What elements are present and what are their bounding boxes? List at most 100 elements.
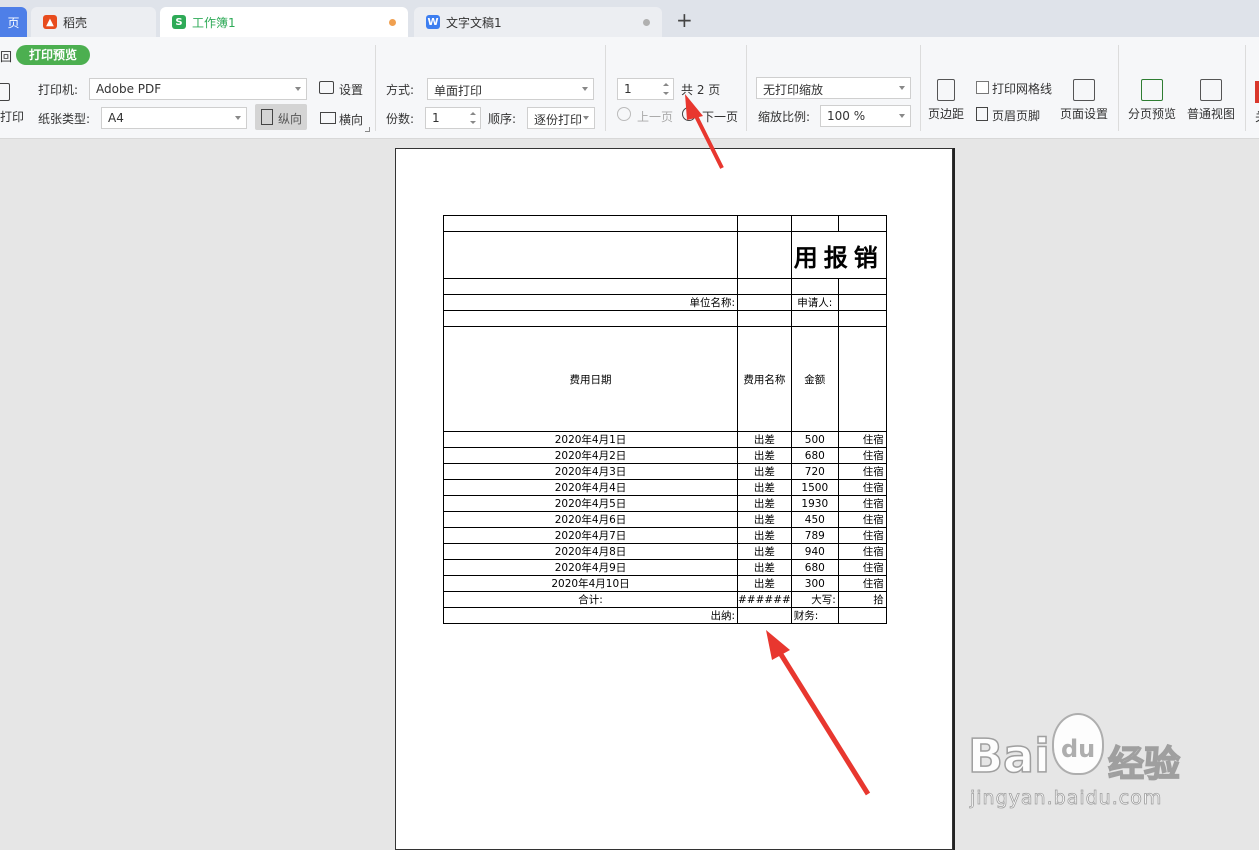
scale-mode-select[interactable]: 无打印缩放 — [756, 77, 911, 99]
copies-stepper[interactable]: 1 — [425, 107, 481, 129]
chevron-down-icon — [899, 114, 905, 118]
copies-label: 份数: — [386, 112, 415, 126]
back-button[interactable]: 回 — [0, 48, 12, 65]
new-tab-button[interactable]: + — [676, 8, 693, 32]
portrait-button[interactable]: 纵向 — [255, 104, 307, 130]
tab-docer[interactable]: ▲ 稻壳 — [31, 7, 156, 37]
divider — [746, 45, 747, 131]
tab-workbook[interactable]: S 工作簿1 — [160, 7, 408, 37]
copies-value: 1 — [432, 111, 440, 125]
tab-docer-label: 稻壳 — [63, 15, 88, 30]
row-date: 2020年4月7日 — [443, 527, 738, 544]
landscape-icon[interactable] — [320, 112, 336, 124]
stepper-down-icon[interactable] — [470, 121, 476, 124]
stepper-up-icon[interactable] — [470, 112, 476, 115]
row-amount: 1930 — [790, 495, 839, 512]
row-amount: 789 — [790, 527, 839, 544]
landscape-button[interactable]: 横向 — [339, 111, 363, 128]
row-extra: 住宿 — [837, 431, 887, 448]
chevron-down-icon — [899, 86, 905, 90]
page-number-value: 1 — [624, 82, 632, 96]
page-setup-button[interactable]: 页面设置 — [1058, 79, 1110, 122]
stepper-down-icon[interactable] — [663, 92, 669, 95]
header-name: 费用名称 — [737, 326, 792, 432]
row-amount: 500 — [790, 431, 839, 448]
row-extra: 住宿 — [837, 543, 887, 560]
corner-mark-icon — [365, 127, 370, 132]
prev-page-icon[interactable] — [617, 107, 631, 121]
printer-value: Adobe PDF — [96, 82, 162, 96]
baidu-watermark: Bai du 经验 jingyan.baidu.com — [967, 705, 1228, 815]
print-preview-toolbar: 回 打印预览 打印 打印机: Adobe PDF 设置 纸张类型: A4 纵向 … — [0, 37, 1259, 139]
printer-select[interactable]: Adobe PDF — [89, 78, 307, 100]
margins-label: 页边距 — [927, 107, 964, 121]
order-select[interactable]: 逐份打印 — [527, 107, 595, 129]
row-extra: 住宿 — [837, 463, 887, 480]
spreadsheet-icon: S — [172, 15, 186, 29]
row-date: 2020年4月5日 — [443, 495, 738, 512]
uppercase-value: 拾 — [837, 591, 887, 608]
method-select[interactable]: 单面打印 — [427, 78, 594, 100]
header-footer-button[interactable]: 页眉页脚 — [992, 107, 1040, 124]
writer-icon: W — [426, 15, 440, 29]
row-amount: 300 — [790, 575, 839, 592]
applicant-label: 申请人: — [790, 294, 839, 311]
method-value: 单面打印 — [434, 84, 483, 98]
tab-home[interactable]: 页 — [0, 7, 27, 37]
row-name: 出差 — [737, 431, 792, 448]
chevron-down-icon — [583, 116, 589, 120]
row-extra: 住宿 — [837, 527, 887, 544]
next-page-button[interactable]: 下一页 — [702, 108, 738, 125]
printer-icon[interactable] — [0, 83, 10, 101]
row-date: 2020年4月8日 — [443, 543, 738, 560]
row-name: 出差 — [737, 447, 792, 464]
chevron-down-icon — [582, 87, 588, 91]
row-name: 出差 — [737, 575, 792, 592]
page-setup-label: 页面设置 — [1059, 107, 1108, 121]
watermark-url: jingyan.baidu.com — [970, 787, 1163, 810]
row-name: 出差 — [737, 495, 792, 512]
divider — [1118, 45, 1119, 131]
table-row: 2020年4月10日 出差 300 住宿 — [443, 575, 887, 592]
chevron-down-icon — [295, 87, 301, 91]
tab-document[interactable]: W 文字文稿1 — [414, 7, 662, 37]
margins-button[interactable]: 页边距 — [926, 79, 966, 122]
tab-home-label: 页 — [7, 15, 20, 30]
divider — [1245, 45, 1246, 131]
paper-type-select[interactable]: A4 — [101, 107, 247, 129]
page-setup-icon — [1073, 79, 1095, 101]
table-row: 2020年4月8日 出差 940 住宿 — [443, 543, 887, 560]
page-number-input[interactable]: 1 — [617, 78, 674, 100]
normal-view-button[interactable]: 普通视图 — [1185, 79, 1237, 122]
sheet-title: 用报销 — [790, 231, 887, 279]
print-button[interactable]: 打印 — [0, 108, 24, 125]
row-date: 2020年4月4日 — [443, 479, 738, 496]
print-gridlines-label[interactable]: 打印网格线 — [992, 80, 1052, 97]
row-amount: 720 — [790, 463, 839, 480]
total-pages: 共 2 页 — [681, 83, 721, 97]
portrait-icon — [261, 109, 273, 125]
row-date: 2020年4月3日 — [443, 463, 738, 480]
unit-name-label: 单位名称: — [443, 294, 738, 311]
unsaved-dot-icon — [389, 19, 396, 26]
divider — [605, 45, 606, 131]
page-break-preview-icon — [1141, 79, 1163, 101]
cashier-label: 出纳: — [443, 607, 738, 624]
stepper-up-icon[interactable] — [663, 83, 669, 86]
next-page-icon[interactable] — [682, 107, 696, 121]
uppercase-label: 大写: — [790, 591, 839, 608]
close-preview-icon[interactable] — [1255, 81, 1259, 103]
zoom-select[interactable]: 100 % — [820, 105, 911, 127]
scale-mode-value: 无打印缩放 — [763, 83, 824, 97]
close-preview-button[interactable]: 关 — [1255, 108, 1259, 125]
page-break-preview-button[interactable]: 分页预览 — [1126, 79, 1178, 122]
print-gridlines-checkbox[interactable] — [976, 81, 989, 94]
tab-document-label: 文字文稿1 — [446, 15, 502, 30]
row-amount: 680 — [790, 447, 839, 464]
prev-page-button[interactable]: 上一页 — [637, 108, 673, 125]
table-row: 2020年4月1日 出差 500 住宿 — [443, 431, 887, 448]
printer-settings-button[interactable]: 设置 — [339, 81, 363, 98]
printer-settings-icon[interactable] — [319, 81, 334, 94]
header-footer-icon[interactable] — [976, 107, 988, 121]
tab-bar: 页 ▲ 稻壳 S 工作簿1 W 文字文稿1 + — [0, 0, 1259, 37]
